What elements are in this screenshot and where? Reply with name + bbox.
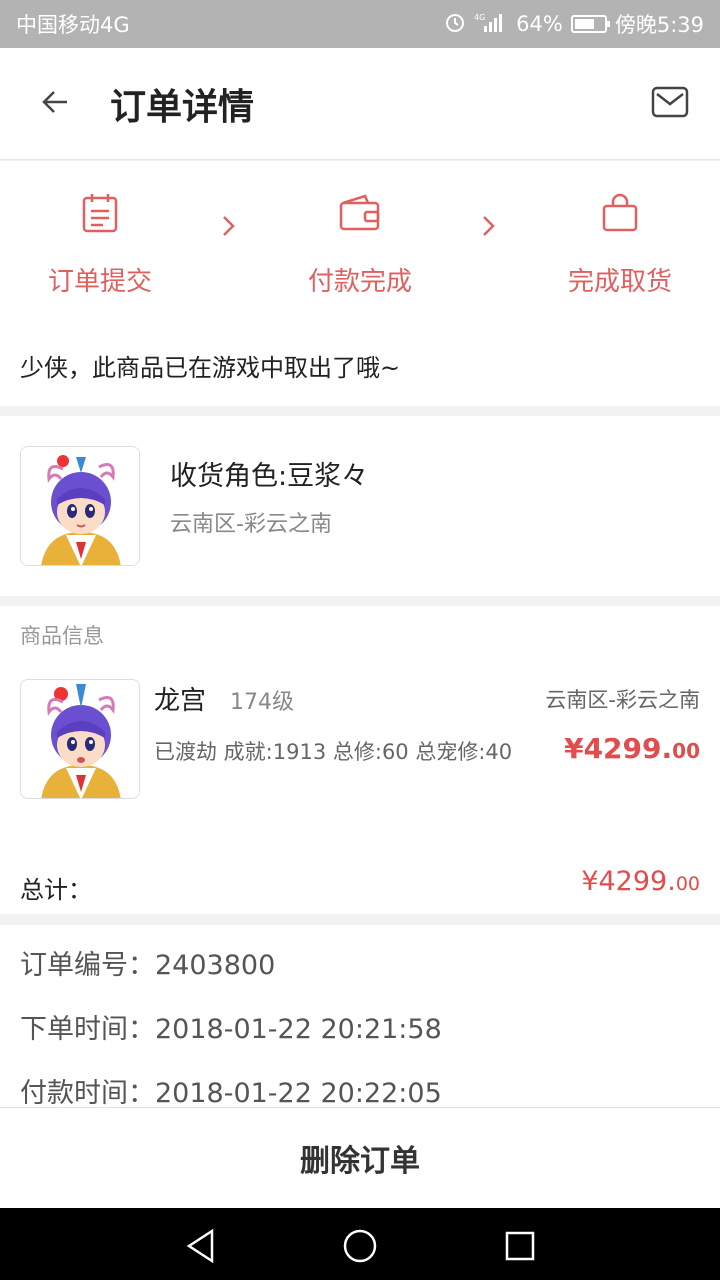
carrier-name: 中国移动4G xyxy=(16,13,130,37)
receiver-role: 收货角色:豆浆々 xyxy=(170,461,369,492)
nav-recents-icon[interactable] xyxy=(500,1226,540,1266)
receiver-server: 云南区-彩云之南 xyxy=(170,512,332,537)
goods-description: 已渡劫 成就:1913 总修:60 总宠修:40 xyxy=(154,740,513,764)
arrow-left-icon xyxy=(40,87,70,121)
clock: 傍晚5:39 xyxy=(614,13,704,37)
shopping-bag-icon xyxy=(520,193,720,233)
section-title: 商品信息 xyxy=(20,624,104,648)
price-integer: ¥4299. xyxy=(564,732,673,765)
step-payment-complete: 付款完成 xyxy=(260,161,460,326)
goods-server: 云南区-彩云之南 xyxy=(545,688,700,712)
pickup-notice: 少侠，此商品已在游戏中取出了哦~ xyxy=(0,326,720,406)
wallet-icon xyxy=(260,193,460,233)
total-price: ¥4299.00 xyxy=(581,866,700,897)
back-button[interactable] xyxy=(0,48,110,160)
signal-icon: 4G xyxy=(474,11,508,38)
price-decimal: 00 xyxy=(675,873,700,895)
chevron-right-icon xyxy=(474,206,504,246)
app-bar: 订单详情 xyxy=(0,48,720,160)
order-paid-time: 付款时间：2018-01-22 20:22:05 xyxy=(20,1078,442,1109)
mail-icon xyxy=(651,85,689,123)
svg-text:4G: 4G xyxy=(474,13,485,22)
delete-order-button[interactable]: 删除订单 xyxy=(300,1136,420,1180)
goods-price: ¥4299.00 xyxy=(564,732,700,765)
price-integer: ¥4299. xyxy=(581,866,676,897)
step-label: 付款完成 xyxy=(307,267,412,297)
price-decimal: 00 xyxy=(672,739,700,763)
message-button[interactable] xyxy=(630,48,710,160)
step-label: 完成取货 xyxy=(567,267,672,297)
page-title: 订单详情 xyxy=(110,86,255,128)
character-avatar xyxy=(20,446,140,566)
step-order-submitted: 订单提交 xyxy=(0,161,200,326)
nav-back-icon[interactable] xyxy=(180,1226,220,1266)
system-nav-bar xyxy=(0,1208,720,1280)
receiver-card: 收货角色:豆浆々 云南区-彩云之南 xyxy=(0,416,720,596)
alarm-icon xyxy=(444,11,466,38)
chevron-right-icon xyxy=(214,206,244,246)
order-progress: 订单提交 付款完成 完成取货 xyxy=(0,161,720,326)
nav-home-icon[interactable] xyxy=(340,1226,380,1266)
status-right: 4G 64% 傍晚5:39 xyxy=(444,9,704,39)
battery-icon xyxy=(570,15,610,33)
goods-name: 龙宫 xyxy=(154,686,207,716)
order-created-time: 下单时间：2018-01-22 20:21:58 xyxy=(20,1014,442,1045)
total-label: 总计： xyxy=(20,876,92,904)
status-bar: 中国移动4G 4G 64% 傍晚5:39 xyxy=(0,0,720,48)
goods-info-card: 商品信息 龙宫 174级 云南区-彩云之南 已渡劫 成就:1913 总修:60 … xyxy=(0,606,720,914)
order-info: 订单编号：2403800 下单时间：2018-01-22 20:21:58 付款… xyxy=(0,925,720,1109)
goods-avatar[interactable] xyxy=(20,679,140,799)
step-pickup-complete: 完成取货 xyxy=(520,161,720,326)
step-label: 订单提交 xyxy=(47,267,152,297)
goods-level: 174级 xyxy=(230,690,294,715)
clipboard-icon xyxy=(0,193,200,233)
order-number: 订单编号：2403800 xyxy=(20,950,276,981)
delete-order-bar: 删除订单 xyxy=(0,1107,720,1208)
battery-percent: 64% xyxy=(516,12,563,36)
